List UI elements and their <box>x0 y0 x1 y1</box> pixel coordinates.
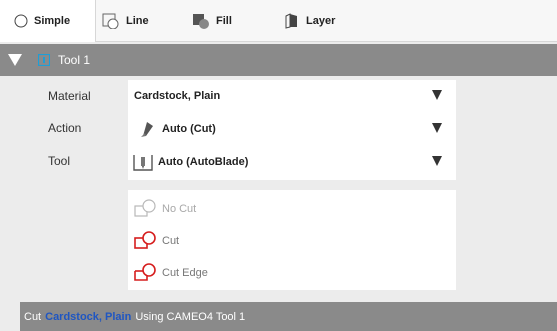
tab-simple[interactable]: Simple <box>0 0 96 42</box>
tool-value: Auto (AutoBlade) <box>158 156 249 168</box>
action-dropdown[interactable]: Auto (Cut) <box>128 113 456 145</box>
status-bar: Cut Cardstock, Plain Using CAMEO4 Tool 1 <box>20 302 557 331</box>
layer-icon <box>285 13 297 29</box>
tab-layer-label: Layer <box>306 15 336 27</box>
chevron-down-icon[interactable] <box>432 156 442 166</box>
tool-label: Tool <box>48 154 71 168</box>
no-cut-option[interactable]: No Cut <box>134 196 196 222</box>
radio-circle-icon <box>14 14 28 28</box>
tab-fill-label: Fill <box>216 15 232 27</box>
material-dropdown[interactable]: Cardstock, Plain <box>128 80 456 112</box>
tab-simple-label: Simple <box>34 15 71 27</box>
tab-bar: Simple Line Fill Layer <box>0 0 557 42</box>
material-label: Material <box>48 89 91 103</box>
tool-number-icon <box>38 54 50 66</box>
cut-style-list: No Cut Cut Cut Edge <box>128 190 456 290</box>
cut-edge-icon <box>134 263 156 281</box>
tab-fill[interactable]: Fill <box>192 0 272 42</box>
material-value: Cardstock, Plain <box>134 90 221 102</box>
cut-edge-label: Cut Edge <box>162 267 208 279</box>
fill-shape-icon <box>193 14 209 29</box>
cut-edge-option[interactable]: Cut Edge <box>134 260 208 286</box>
no-cut-icon <box>134 199 156 217</box>
status-material: Cardstock, Plain <box>45 310 132 323</box>
action-label: Action <box>48 121 82 135</box>
knife-icon <box>141 122 153 137</box>
triangle-down-icon[interactable] <box>8 54 22 66</box>
no-cut-label: No Cut <box>162 203 197 215</box>
tab-line[interactable]: Line <box>102 0 178 42</box>
tool-1-header[interactable]: Tool 1 <box>0 44 557 76</box>
cut-icon <box>134 231 156 249</box>
tool-header-label: Tool 1 <box>58 53 91 67</box>
tab-layer[interactable]: Layer <box>284 0 374 42</box>
action-value: Auto (Cut) <box>162 123 216 135</box>
chevron-down-icon[interactable] <box>432 123 442 133</box>
status-prefix: Cut <box>24 310 42 323</box>
tab-line-label: Line <box>126 15 149 27</box>
blade-holder-icon <box>133 155 153 171</box>
status-suffix: Using CAMEO4 Tool 1 <box>135 310 246 323</box>
cut-option[interactable]: Cut <box>134 228 179 254</box>
chevron-down-icon[interactable] <box>432 90 442 100</box>
cut-label: Cut <box>162 235 180 247</box>
settings-panel: Cardstock, Plain Auto (Cut) Auto (AutoBl… <box>128 80 456 180</box>
line-outline-icon <box>102 13 119 29</box>
tool-dropdown[interactable]: Auto (AutoBlade) <box>128 146 456 178</box>
